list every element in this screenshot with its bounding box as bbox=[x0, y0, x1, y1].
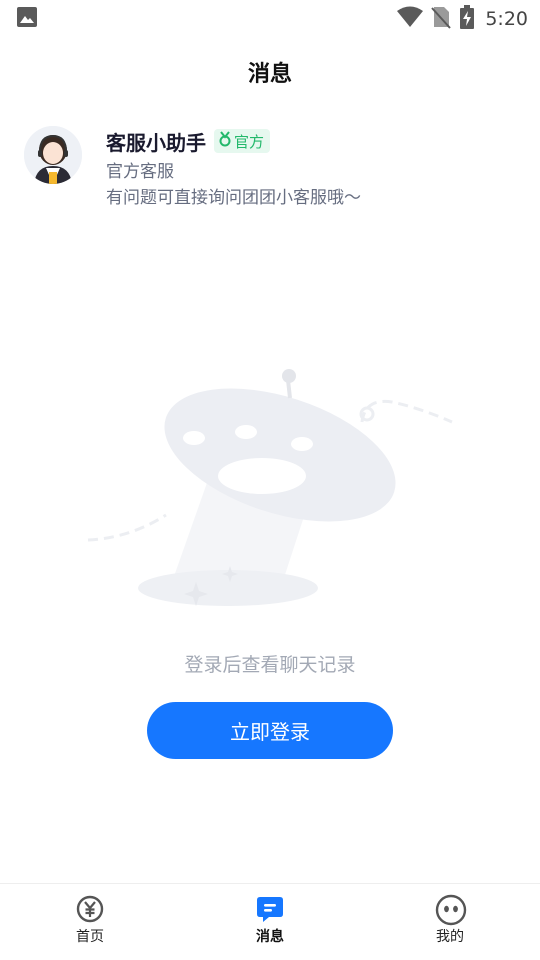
avatar bbox=[24, 126, 82, 184]
chat-icon bbox=[255, 894, 285, 924]
tab-profile-label: 我的 bbox=[436, 929, 464, 945]
no-sim-icon bbox=[431, 5, 452, 33]
tab-messages[interactable]: 消息 bbox=[180, 884, 360, 960]
conversation-item-customer-service[interactable]: 客服小助手 官方 官方客服 有问题可直接询问团团小客服哦～ bbox=[24, 126, 524, 216]
tab-messages-label: 消息 bbox=[256, 929, 284, 945]
login-button[interactable]: 立即登录 bbox=[147, 702, 393, 759]
status-time: 5:20 bbox=[485, 8, 528, 30]
official-badge: 官方 bbox=[214, 129, 271, 153]
conversation-name: 客服小助手 bbox=[106, 130, 206, 155]
tab-profile[interactable]: 我的 bbox=[360, 884, 540, 960]
conversation-subtitle: 官方客服 bbox=[106, 162, 174, 182]
yuan-icon bbox=[75, 894, 105, 924]
bottom-tab-bar: 首页 消息 我的 bbox=[0, 883, 540, 960]
battery-charging-icon bbox=[459, 5, 475, 33]
tab-home[interactable]: 首页 bbox=[0, 884, 180, 960]
status-bar: 5:20 bbox=[0, 0, 540, 38]
image-icon bbox=[16, 6, 38, 32]
page-title: 消息 bbox=[247, 62, 292, 87]
official-badge-label: 官方 bbox=[234, 132, 265, 151]
empty-state-message: 登录后查看聊天记录 bbox=[184, 654, 356, 676]
face-icon bbox=[435, 894, 467, 926]
tab-home-label: 首页 bbox=[76, 929, 104, 945]
page-header: 消息 bbox=[0, 52, 540, 92]
empty-state-illustration bbox=[80, 360, 460, 620]
wifi-icon bbox=[397, 6, 424, 32]
medal-icon bbox=[218, 131, 232, 151]
conversation-preview: 有问题可直接询问团团小客服哦～ bbox=[106, 188, 361, 208]
messages-screen: 5:20 消息 客服小助手 官方 官方客服 有问题可直接询问团团小客服哦～ 登录… bbox=[0, 0, 540, 960]
